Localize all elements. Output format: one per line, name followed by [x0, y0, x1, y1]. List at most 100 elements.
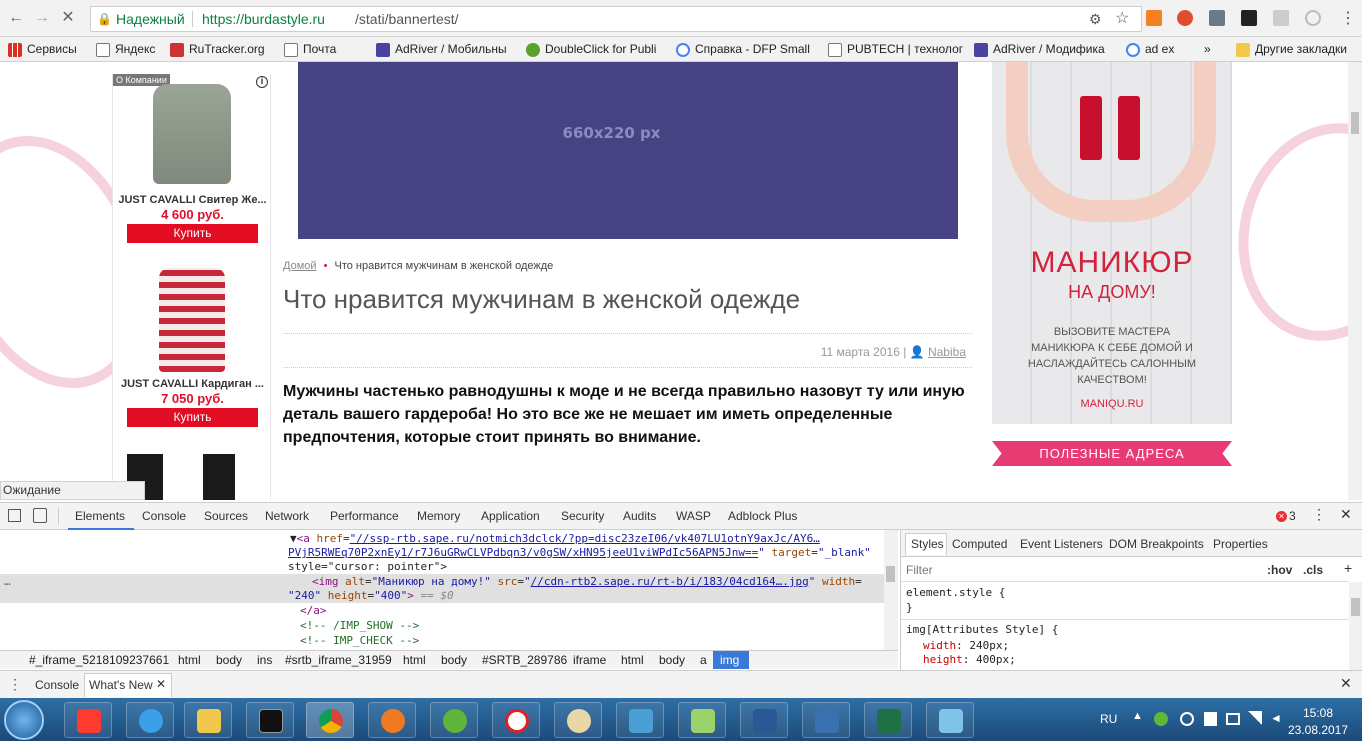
crumb-item[interactable]: html	[403, 651, 426, 669]
top-banner[interactable]: 660x220 px	[298, 62, 958, 239]
taskbar-paint[interactable]	[554, 702, 602, 738]
tab-wasp[interactable]: WASP	[676, 509, 711, 523]
style-prop-width[interactable]: width: 240px;	[923, 639, 1009, 652]
tab-properties[interactable]: Properties	[1213, 537, 1268, 551]
tab-adblock[interactable]: Adblock Plus	[728, 509, 797, 523]
product-image-boots[interactable]	[203, 454, 235, 500]
device-toolbar-icon[interactable]	[33, 508, 47, 523]
tab-memory[interactable]: Memory	[417, 509, 460, 523]
tab-elements[interactable]: Elements	[75, 509, 125, 523]
dom-comment[interactable]: <!-- IMP_CHECK -->	[300, 634, 419, 647]
bookmark-yandex[interactable]: Яндекс	[96, 37, 162, 61]
crumb-item[interactable]: html	[621, 651, 644, 669]
author-link[interactable]: Nabiba	[928, 345, 966, 359]
taskbar-firefox[interactable]	[368, 702, 416, 738]
hover-toggle[interactable]: :hov	[1267, 563, 1292, 577]
tab-dom-breakpoints[interactable]: DOM Breakpoints	[1109, 537, 1204, 551]
crumb-item[interactable]: body	[216, 651, 242, 669]
styles-filter-input[interactable]: Filter	[906, 563, 933, 577]
crumb-item[interactable]: a	[700, 651, 707, 669]
close-drawer-icon[interactable]: ✕	[1340, 675, 1352, 692]
taskbar-notepadpp[interactable]	[678, 702, 726, 738]
crumb-item[interactable]: body	[659, 651, 685, 669]
tab-security[interactable]: Security	[561, 509, 604, 523]
taskbar-app[interactable]	[926, 702, 974, 738]
crumb-item[interactable]: body	[441, 651, 467, 669]
extension-play-icon[interactable]	[1305, 10, 1321, 26]
crumb-item[interactable]: #_iframe_5218109237661	[29, 651, 169, 669]
drawer-menu-icon[interactable]: ⋮	[8, 676, 22, 693]
buy-button[interactable]: Купить	[127, 408, 258, 427]
bookmark-adriver-mobile[interactable]: AdRiver / Мобильны	[376, 37, 516, 61]
tray-signal-icon[interactable]	[1248, 711, 1262, 725]
tab-sources[interactable]: Sources	[204, 509, 248, 523]
tray-utorrent-icon[interactable]	[1154, 712, 1168, 726]
crumb-item[interactable]: #srtb_iframe_31959	[285, 651, 392, 669]
tab-event-listeners[interactable]: Event Listeners	[1020, 537, 1103, 551]
start-button-icon[interactable]	[4, 700, 44, 740]
tray-battery-icon[interactable]	[1226, 713, 1240, 725]
crumb-item[interactable]: iframe	[573, 651, 606, 669]
product-image-cardigan[interactable]	[159, 268, 225, 372]
close-devtools-icon[interactable]: ✕	[1340, 506, 1352, 523]
styles-scrollbar[interactable]	[1349, 582, 1362, 670]
tab-application[interactable]: Application	[481, 509, 540, 523]
extension-check-icon[interactable]	[1209, 10, 1225, 26]
crumb-item-selected[interactable]: img	[713, 651, 749, 669]
attr-style-rule[interactable]: img[Attributes Style] {	[906, 623, 1058, 636]
add-style-rule-icon[interactable]: +	[1344, 560, 1352, 576]
product-name[interactable]: JUST CAVALLI Свитер Же...	[113, 194, 272, 206]
language-indicator[interactable]: RU	[1100, 712, 1117, 726]
product-image-sweater[interactable]	[153, 84, 231, 184]
address-bar[interactable]: 🔒 Надежный https://burdastyle.ru /stati/…	[90, 6, 1142, 32]
crumb-item[interactable]: ins	[257, 651, 272, 669]
tray-power-icon[interactable]	[1180, 712, 1194, 726]
taskbar-yandex[interactable]	[492, 702, 540, 738]
taskbar-explorer[interactable]	[184, 702, 232, 738]
dom-scrollbar[interactable]	[884, 530, 898, 650]
clock-date[interactable]: 23.08.2017	[1284, 723, 1352, 737]
bookmark-rutracker[interactable]: RuTracker.org	[170, 37, 280, 61]
extension-dark-icon[interactable]	[1241, 10, 1257, 26]
page-scrollbar[interactable]	[1348, 62, 1362, 500]
taskbar-ie[interactable]	[126, 702, 174, 738]
tray-expand-icon[interactable]: ▲	[1132, 710, 1143, 722]
dom-node-a[interactable]: ▼<a href="//ssp-rtb.sape.ru/notmich3dclc…	[290, 532, 820, 545]
extension-tag-icon[interactable]	[1273, 10, 1289, 26]
taskbar-cmd[interactable]	[246, 702, 294, 738]
tab-console[interactable]: Console	[142, 509, 186, 523]
taskbar-photos[interactable]	[616, 702, 664, 738]
extension-chart-icon[interactable]	[1146, 10, 1162, 26]
clock-time[interactable]: 15:08	[1292, 706, 1344, 720]
tab-network[interactable]: Network	[265, 509, 309, 523]
dom-tree[interactable]: ▼<a href="//ssp-rtb.sape.ru/notmich3dclc…	[0, 530, 898, 650]
bookmark-dfp-help[interactable]: Справка - DFP Small	[676, 37, 811, 61]
drawer-tab-whats-new[interactable]: What's New	[89, 678, 153, 692]
bookmark-pubtech[interactable]: PUBTECH | технолог	[828, 37, 964, 61]
extension-red-icon[interactable]	[1177, 10, 1193, 26]
inspect-icon[interactable]	[8, 509, 21, 522]
extension-puzzle-icon[interactable]: ⚙	[1089, 7, 1102, 31]
forward-icon[interactable]: →	[32, 8, 52, 28]
useful-addresses-banner[interactable]: ПОЛЕЗНЫЕ АДРЕСА	[992, 441, 1232, 466]
taskbar-chrome[interactable]	[306, 702, 354, 738]
product-name[interactable]: JUST CAVALLI Кардиган ...	[113, 378, 272, 390]
class-toggle[interactable]: .cls	[1303, 563, 1323, 577]
bookmark-ad-ex[interactable]: ad ex	[1126, 37, 1196, 61]
bookmark-mail[interactable]: Почта	[284, 37, 344, 61]
taskbar-word[interactable]	[740, 702, 788, 738]
taskbar-excel[interactable]	[864, 702, 912, 738]
stop-icon[interactable]: ✕	[58, 8, 78, 28]
bookmark-doubleclick[interactable]: DoubleClick for Publi	[526, 37, 666, 61]
star-icon[interactable]: ☆	[1115, 7, 1129, 31]
manicure-ad[interactable]: МАНИКЮР НА ДОМУ! ВЫЗОВИТЕ МАСТЕРА МАНИКЮ…	[992, 62, 1232, 424]
info-icon[interactable]: i	[256, 76, 268, 88]
bookmark-apps[interactable]: Сервисы	[8, 37, 77, 61]
bookmark-other[interactable]: Другие закладки	[1236, 37, 1347, 61]
element-style-rule[interactable]: element.style {	[906, 586, 1005, 599]
devtools-menu-icon[interactable]: ⋮	[1312, 506, 1326, 523]
buy-button[interactable]: Купить	[127, 224, 258, 243]
dom-comment[interactable]: <!-- /IMP_SHOW -->	[300, 619, 419, 632]
tab-styles[interactable]: Styles	[911, 537, 944, 551]
bookmarks-overflow[interactable]: »	[1204, 37, 1211, 61]
